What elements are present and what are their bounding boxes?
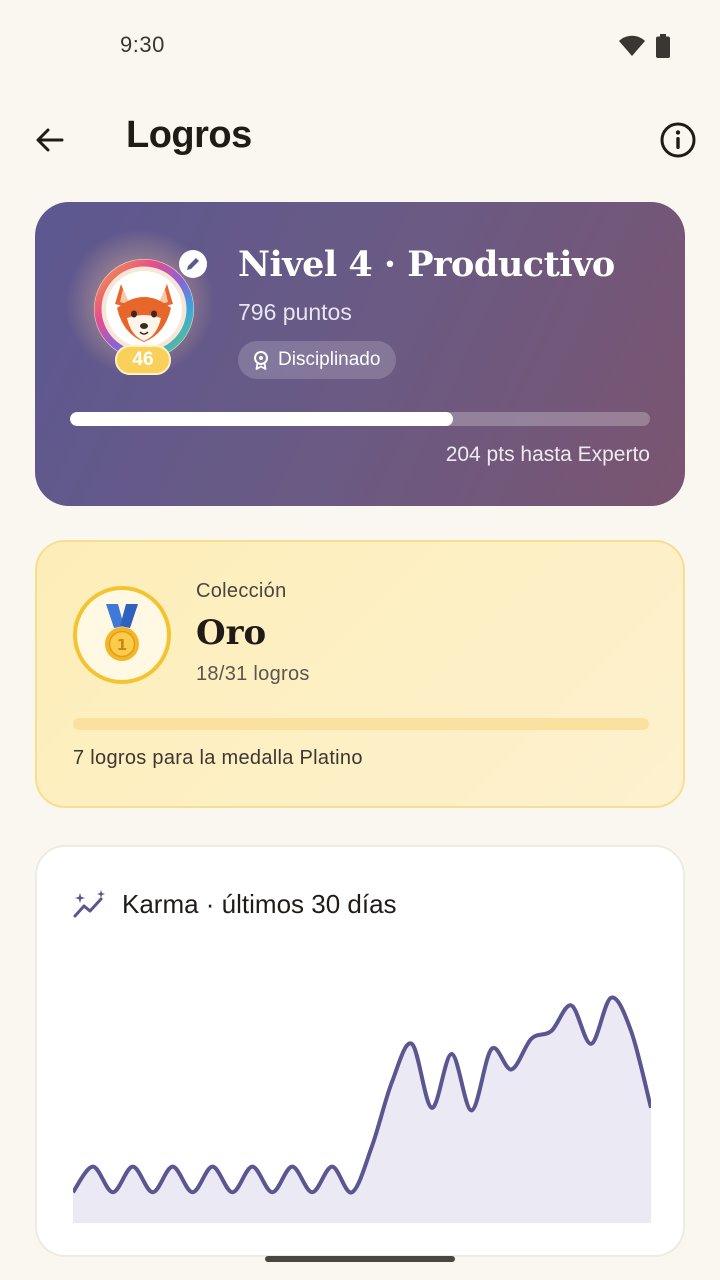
level-progress-fill [70,412,453,426]
gold-medal-icon: 1 [105,604,139,661]
collection-label: Colección [196,580,287,602]
level-title: Nivel 4 · Productivo [238,244,615,285]
collection-tier: Oro [196,613,267,653]
level-progress-bar [70,412,650,426]
wifi-icon [619,35,645,56]
level-points: 796 puntos [238,299,352,325]
karma-chart [73,995,651,1223]
svg-text:1: 1 [117,636,127,654]
level-remaining-points: 204 pts hasta Experto [445,443,650,466]
home-indicator[interactable] [265,1256,455,1262]
title-chip[interactable]: Disciplinado [238,341,397,379]
collection-progress-bar [73,718,649,730]
status-bar: 9:30 [0,0,720,90]
back-button[interactable] [26,116,74,164]
medal-badge: 1 [73,586,171,684]
karma-title: Karma · últimos 30 días [122,889,397,919]
achievements-screen: 9:30 Logros 46 Nivel 4 · Productivo 796 … [0,0,720,1280]
page-title: Logros [126,114,252,156]
avatar-level-badge: 46 [115,345,171,375]
edit-avatar-button[interactable] [179,250,207,278]
info-button[interactable] [654,116,702,164]
karma-card[interactable]: Karma · últimos 30 días [35,845,685,1257]
badge-icon [254,351,268,370]
battery-icon [656,34,670,58]
collection-next-medal: 7 logros para la medalla Platino [73,747,363,769]
collection-card[interactable]: 1 Colección Oro 18/31 logros 7 logros pa… [35,540,685,808]
trend-sparkle-icon [73,890,105,918]
level-card[interactable]: 46 Nivel 4 · Productivo 796 puntos Disci… [35,202,685,506]
pencil-icon [187,258,199,270]
status-time: 9:30 [120,32,165,57]
title-chip-label: Disciplinado [278,349,381,370]
arrow-back-icon [36,128,64,152]
avatar[interactable]: 46 [65,228,215,392]
info-icon [660,122,696,158]
collection-count: 18/31 logros [196,663,310,685]
karma-area [73,997,651,1223]
